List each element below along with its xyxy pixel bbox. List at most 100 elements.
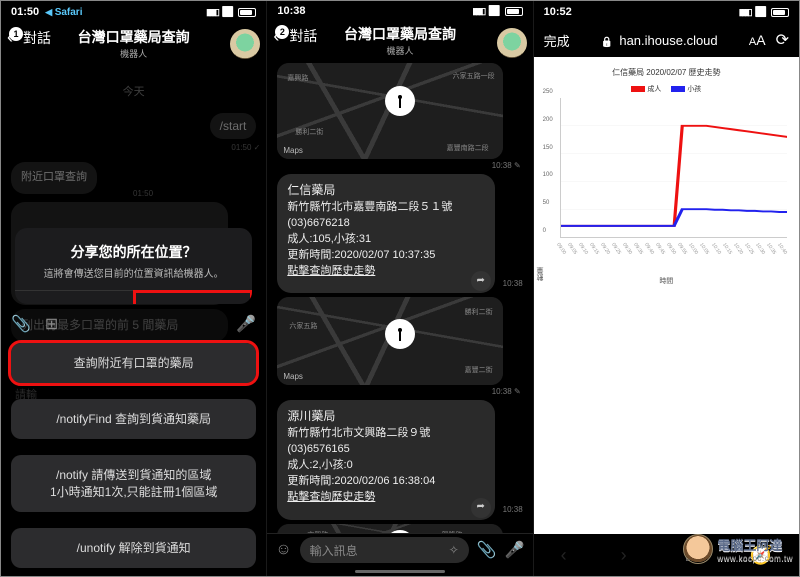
street-label: 勝利二街 — [295, 127, 323, 137]
signal-icon — [206, 6, 218, 18]
bot-avatar[interactable] — [497, 28, 527, 58]
chart-legend: 成人 小孩 — [540, 84, 793, 94]
unread-badge: 1 — [9, 27, 23, 41]
bot-avatar[interactable] — [230, 29, 260, 59]
sheet-title: 分享您的所在位置？ — [29, 242, 238, 262]
status-time: 10:52 — [544, 6, 572, 18]
watermark-url: www.kocpc.com.tw — [717, 554, 793, 563]
pharmacy-name: 仁信藥局 — [287, 182, 484, 199]
safari-toolbar: 完成 han.ihouse.cloud AA — [534, 23, 799, 57]
watermark-brand: 電腦王阿達 — [717, 538, 782, 553]
sheet-ok-button[interactable]: 好 — [134, 291, 252, 304]
done-button[interactable]: 完成 — [544, 31, 570, 50]
nav-forward-icon[interactable]: › — [621, 545, 627, 566]
mic-icon[interactable]: 🎤 — [505, 540, 525, 560]
chat-title: 台灣口罩藥局查詢 — [344, 24, 456, 44]
quick-reply-notifyfind[interactable]: /notifyFind 查詢到貨通知藥局 — [11, 399, 256, 439]
pharmacy-card: 源川藥局 新竹縣竹北市文興路二段９號 (03)6576165 成人:2,小孩:0… — [277, 400, 494, 519]
street-label: 嘉豐二街 — [465, 365, 493, 375]
map-time: 10:38 — [492, 387, 521, 396]
pharmacy-stock: 成人:105,小孩:31 — [287, 232, 484, 248]
share-icon[interactable]: ➦ — [471, 271, 491, 291]
x-axis-label: 時間 — [540, 276, 793, 286]
share-icon[interactable]: ➦ — [471, 498, 491, 518]
chart-plot: 0 50 100 150 200 250 — [560, 98, 787, 238]
location-share-sheet: 分享您的所在位置？ 這將會傳送您目前的位置資訊給機器人。 取消 好 — [15, 228, 252, 304]
unread-badge: 2 — [275, 25, 289, 39]
pharmacy-updated: 更新時間:2020/02/06 16:38:04 — [287, 474, 484, 490]
chart-area: 仁信藥局 2020/02/07 歷史走勢 成人 小孩 0 50 100 150 … — [534, 57, 799, 290]
watermark-avatar-icon — [683, 534, 713, 564]
quick-reply-unotify[interactable]: /unotify 解除到貨通知 — [11, 528, 256, 568]
reload-icon[interactable] — [776, 30, 789, 50]
modal-overlay: 分享您的所在位置？ 這將會傳送您目前的位置資訊給機器人。 取消 好 📎 ⊞ 🎤 … — [1, 63, 266, 576]
legend-swatch-blue — [671, 86, 685, 92]
home-indicator — [267, 567, 532, 576]
status-bar: 01:50 ◀ Safari — [1, 1, 266, 23]
pharmacy-tel: (03)6676218 — [287, 216, 484, 232]
pharmacy-tel: (03)6576165 — [287, 442, 484, 458]
emoji-icon[interactable]: ☺ — [275, 541, 291, 559]
wifi-icon — [755, 6, 767, 18]
phone-2-results: 10:38 ‹ 2 對話 台灣口罩藥局查詢 機器人 嘉興路 — [267, 1, 533, 576]
back-button[interactable]: ‹ 1 對話 — [7, 27, 51, 48]
map-card[interactable]: 嘉興路 六家五路一段 勝利二街 嘉豐南路二段 Maps — [277, 63, 502, 159]
back-to-app[interactable]: Safari — [55, 7, 83, 18]
chat-subtitle: 機器人 — [344, 44, 456, 57]
grid-icon[interactable]: ⊞ — [45, 314, 58, 334]
url-bar[interactable]: han.ihouse.cloud — [570, 33, 749, 48]
chat-body[interactable]: 嘉興路 六家五路一段 勝利二街 嘉豐南路二段 Maps 10:38 仁信藥局 新… — [267, 59, 532, 532]
phone-1-chat: 01:50 ◀ Safari ‹ 1 對話 台灣口罩藥局查詢 機器人 今天 — [1, 1, 267, 576]
watermark: 電腦王阿達 www.kocpc.com.tw — [683, 534, 793, 564]
battery-icon — [238, 8, 256, 17]
map-card[interactable]: 六家五路 勝利二街 嘉豐二街 Maps — [277, 297, 502, 385]
attach-icon[interactable]: 📎 — [477, 540, 497, 560]
x-tick-labels: 09:0009:0509:1009:1509:2009:2509:3009:35… — [560, 242, 787, 248]
chat-subtitle: 機器人 — [78, 47, 190, 60]
legend-swatch-red — [631, 86, 645, 92]
sticker-icon[interactable]: ✧ — [449, 543, 459, 557]
battery-icon — [771, 8, 789, 17]
pharmacy-name: 源川藥局 — [287, 408, 484, 425]
pharmacy-card: 仁信藥局 新竹縣竹北市嘉豐南路二段５１號 (03)6676218 成人:105,… — [277, 174, 494, 293]
chat-title: 台灣口罩藥局查詢 — [78, 27, 190, 47]
attachment-bar: 📎 ⊞ 🎤 — [1, 314, 266, 335]
history-link[interactable]: 點擊查詢歷史走勢 — [287, 264, 484, 280]
pharmacy-updated: 更新時間:2020/02/07 10:37:35 — [287, 248, 484, 264]
apple-maps-label: Maps — [283, 372, 303, 381]
pharmacy-address: 新竹縣竹北市嘉豐南路二段５１號 — [287, 200, 484, 216]
battery-icon — [505, 7, 523, 16]
lock-icon — [601, 33, 613, 48]
map-time: 10:38 — [492, 161, 521, 170]
back-label: 對話 — [289, 26, 317, 46]
message-input[interactable]: 輸入訊息 ✧ — [300, 537, 469, 563]
legend-label: 成人 — [647, 86, 661, 93]
wifi-icon — [488, 5, 500, 17]
quick-reply-notify[interactable]: /notify 請傳送到貨通知的區域 1小時通知1次,只能註冊1個區域 — [11, 455, 256, 511]
map-card[interactable]: 文興路 興隆路 — [277, 524, 502, 533]
msg-time: 10:38 — [503, 504, 523, 516]
sheet-desc: 這將會傳送您目前的位置資訊給機器人。 — [29, 268, 238, 282]
sheet-cancel-button[interactable]: 取消 — [15, 291, 134, 304]
quick-reply-nearby[interactable]: 查詢附近有口罩的藥局 — [11, 343, 256, 383]
apple-maps-label: Maps — [283, 146, 303, 155]
street-label: 六家五路一段 — [453, 71, 495, 81]
chat-body[interactable]: 今天 /start 01:50 ✓ 附近口罩查詢 01:50 可以貼上位置來查詢… — [1, 63, 266, 576]
attach-icon[interactable]: 📎 — [11, 314, 31, 334]
status-bar: 10:52 — [534, 1, 799, 23]
pharmacy-stock: 成人:2,小孩:0 — [287, 458, 484, 474]
message-input-bar: ☺ 輸入訊息 ✧ 📎 🎤 — [267, 533, 532, 567]
street-label: 勝利二街 — [465, 307, 493, 317]
mic-icon[interactable]: 🎤 — [236, 314, 256, 334]
street-label: 文興路 — [307, 530, 328, 533]
status-time: 01:50 — [11, 6, 39, 18]
chart-svg — [561, 98, 787, 237]
chat-header: ‹ 1 對話 台灣口罩藥局查詢 機器人 — [1, 23, 266, 63]
text-size-button[interactable]: AA — [749, 32, 766, 48]
nav-back-icon[interactable]: ‹ — [561, 545, 567, 566]
street-label: 六家五路 — [289, 321, 317, 331]
back-button[interactable]: ‹ 2 對話 — [273, 26, 317, 47]
wifi-icon — [222, 6, 234, 18]
history-link[interactable]: 點擊查詢歷史走勢 — [287, 490, 484, 506]
street-label: 嘉豐南路二段 — [447, 143, 489, 153]
